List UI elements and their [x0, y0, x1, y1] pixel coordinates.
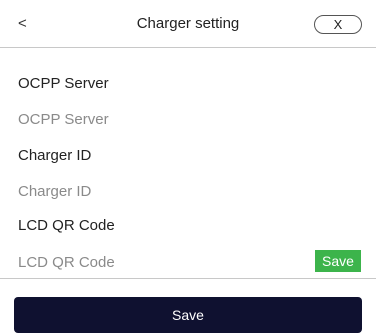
lcd-qr-code-field-row: Save — [0, 247, 376, 279]
charger-id-field-row — [0, 176, 376, 206]
save-button[interactable]: Save — [14, 297, 362, 333]
lcd-qr-code-input[interactable] — [18, 247, 308, 277]
close-button[interactable]: X — [314, 15, 362, 34]
header-bar: < Charger setting X — [0, 0, 376, 48]
ocpp-server-label: OCPP Server — [18, 75, 109, 92]
ocpp-server-field-row — [0, 104, 376, 134]
charger-id-label: Charger ID — [18, 147, 92, 164]
ocpp-server-input[interactable] — [18, 104, 308, 134]
charger-id-input[interactable] — [18, 176, 308, 206]
lcd-qr-code-label: LCD QR Code — [18, 217, 115, 234]
lcd-qr-code-save-button[interactable]: Save — [315, 250, 361, 272]
